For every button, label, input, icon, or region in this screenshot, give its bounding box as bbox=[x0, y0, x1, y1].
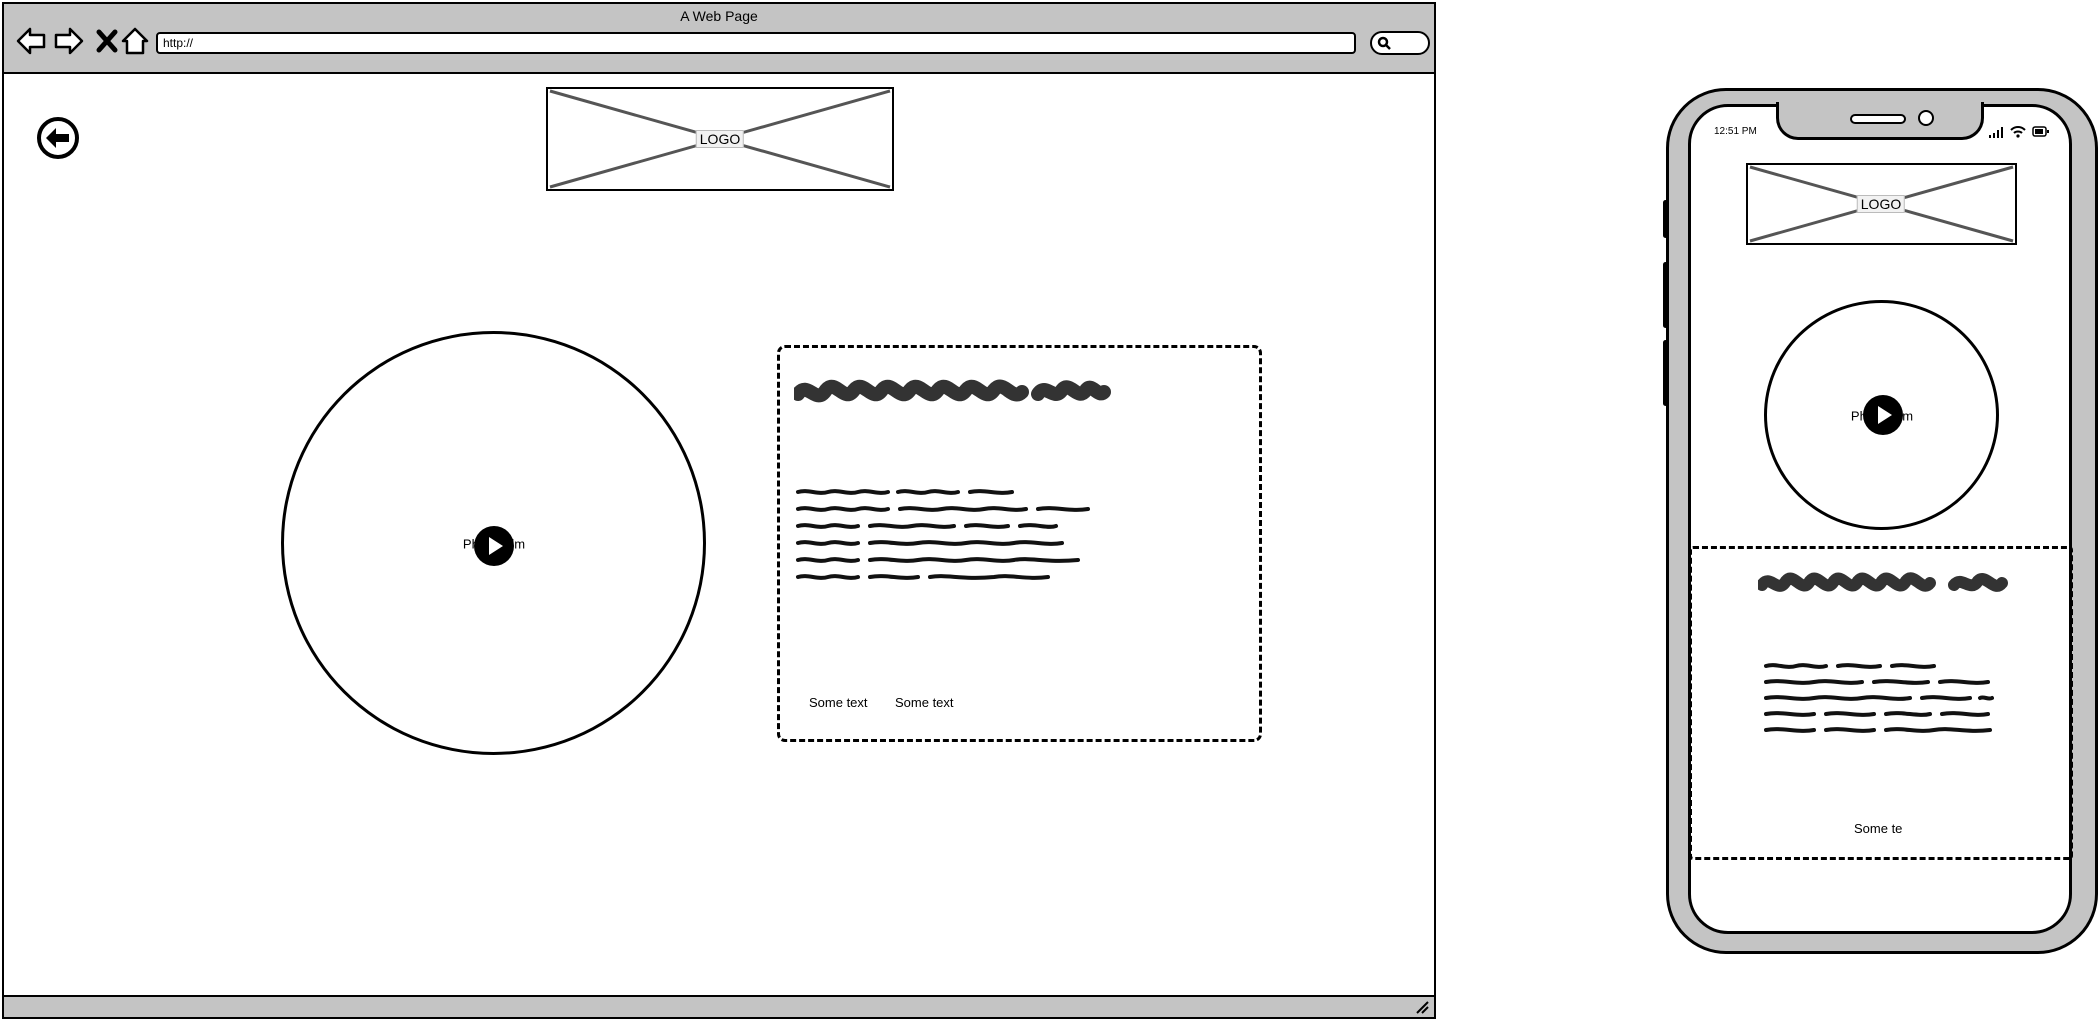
mobile-video-placeholder[interactable]: Photo Film bbox=[1764, 300, 1999, 530]
play-icon[interactable] bbox=[474, 526, 514, 566]
content-card: Some text Some text bbox=[777, 345, 1262, 742]
logo-label: LOGO bbox=[695, 130, 745, 148]
phone-camera bbox=[1918, 110, 1934, 126]
wifi-icon bbox=[2010, 126, 2026, 138]
paragraph-scribble bbox=[796, 489, 1090, 580]
phone-speaker bbox=[1850, 114, 1906, 124]
url-bar[interactable]: http:// bbox=[156, 32, 1356, 54]
search-icon bbox=[1377, 36, 1391, 50]
logo-placeholder: LOGO bbox=[546, 87, 894, 191]
mobile-content-card: Some te bbox=[1689, 546, 2073, 860]
mobile-play-icon[interactable] bbox=[1863, 395, 1903, 435]
mobile-logo-placeholder: LOGO bbox=[1746, 163, 2017, 245]
mobile-logo-label: LOGO bbox=[1856, 195, 1906, 213]
browser-toolbar: A Web Page http:// bbox=[4, 4, 1434, 74]
back-arrow-icon[interactable] bbox=[14, 24, 48, 58]
video-placeholder[interactable]: Photo Film bbox=[281, 331, 706, 755]
signal-icon bbox=[1989, 127, 2003, 138]
circle-back-arrow-icon[interactable] bbox=[36, 116, 80, 160]
home-icon[interactable] bbox=[118, 24, 152, 58]
mobile-paragraph-scribble bbox=[1764, 663, 1994, 733]
browser-status-bar bbox=[4, 995, 1434, 1017]
mobile-heading-scribble bbox=[1758, 572, 2008, 592]
caption-2: Some text bbox=[895, 695, 954, 710]
forward-arrow-icon[interactable] bbox=[52, 24, 86, 58]
mobile-caption: Some te bbox=[1854, 821, 1903, 836]
heading-scribble bbox=[794, 379, 1111, 403]
status-time: 12:51 PM bbox=[1714, 126, 1757, 137]
browser-title: A Web Page bbox=[680, 8, 758, 24]
resize-grip-icon[interactable] bbox=[1414, 1000, 1430, 1014]
caption-1: Some text bbox=[809, 695, 868, 710]
search-field[interactable] bbox=[1370, 31, 1430, 55]
battery-icon bbox=[2032, 126, 2049, 137]
